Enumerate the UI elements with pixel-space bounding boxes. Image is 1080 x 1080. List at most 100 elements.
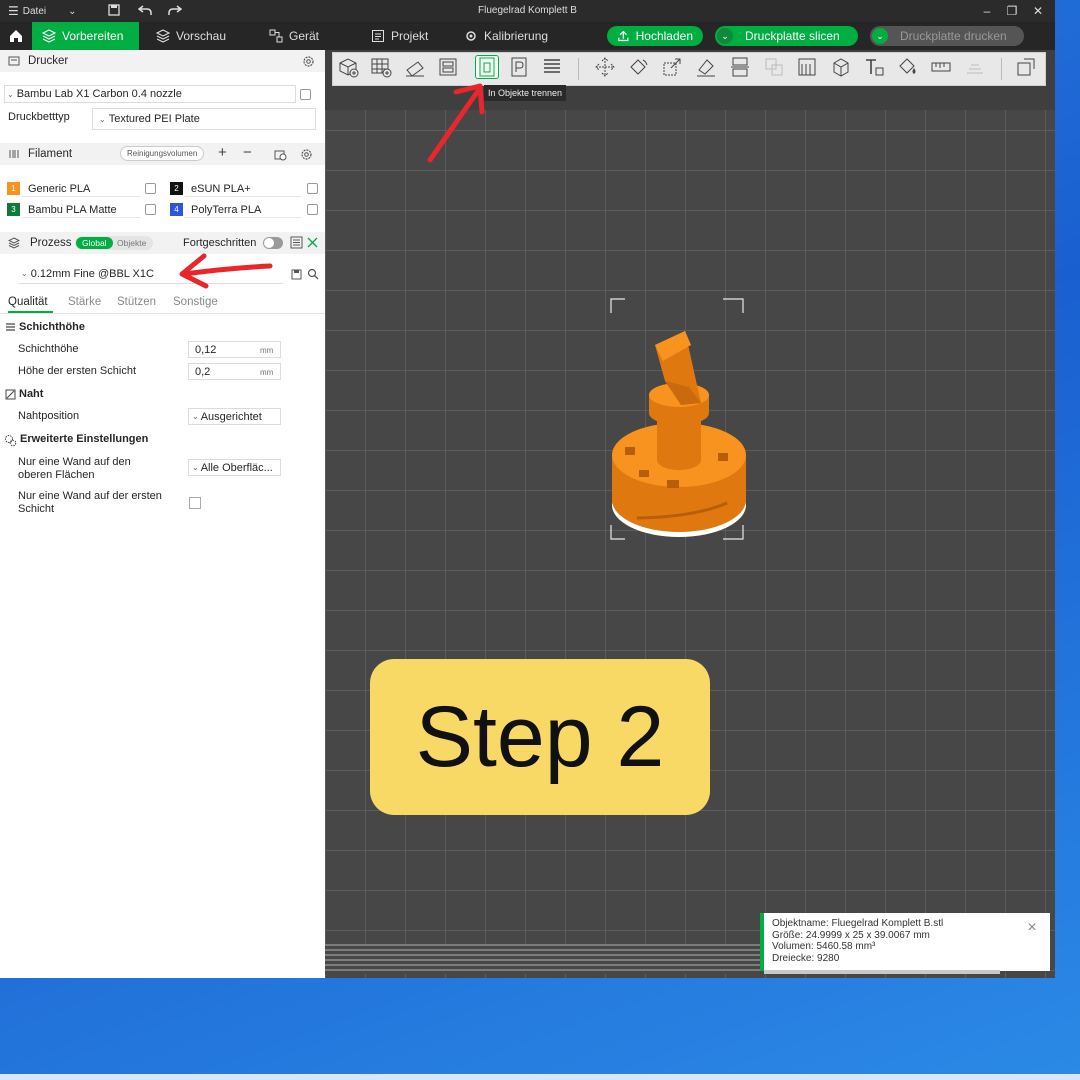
annotation-arrow-preset	[179, 253, 273, 289]
arrange-icon[interactable]	[436, 55, 460, 79]
tab-label: Gerät	[289, 29, 320, 43]
tab-qualitaet[interactable]: Qualität	[8, 296, 48, 308]
lay-on-face-icon[interactable]	[694, 55, 718, 79]
filament-name: eSUN PLA+	[191, 182, 251, 195]
edit-icon[interactable]	[300, 89, 311, 100]
printer-select[interactable]: ⌄ Bambu Lab X1 Carbon 0.4 nozzle	[4, 85, 296, 103]
sync-icon[interactable]	[274, 148, 287, 161]
home-button[interactable]	[0, 22, 32, 50]
tab-staerke[interactable]: Stärke	[68, 296, 101, 308]
maximize-button[interactable]: ❐	[1003, 2, 1021, 20]
filament-swatch-3[interactable]: 3	[7, 203, 20, 216]
filament-select-2[interactable]: eSUN PLA+	[185, 181, 301, 197]
search-icon[interactable]	[307, 268, 319, 280]
add-icon[interactable]: +	[218, 144, 227, 161]
bed-type-select[interactable]: ⌄ Textured PEI Plate	[92, 108, 316, 130]
upload-label: Hochladen	[635, 29, 693, 43]
support-paint-icon[interactable]	[795, 55, 819, 79]
variable-layer-height-icon[interactable]	[540, 55, 564, 79]
assembly-icon[interactable]	[963, 55, 987, 79]
info-scrollbar[interactable]	[764, 970, 1000, 974]
edit-icon[interactable]	[145, 204, 156, 215]
upload-icon	[618, 30, 629, 42]
model-object[interactable]	[605, 295, 755, 545]
chevron-down-icon: ⌄	[99, 114, 106, 124]
chevron-down-icon[interactable]: ⌄	[717, 28, 733, 44]
filament-select-4[interactable]: PolyTerra PLA	[185, 202, 301, 218]
one-wall-top-select[interactable]: ⌄ Alle Oberfläc...	[188, 459, 281, 476]
stack-icon	[156, 29, 170, 43]
cut-icon[interactable]	[728, 55, 752, 79]
tab-geraet[interactable]: Gerät	[259, 22, 329, 50]
viewport-3d[interactable]	[325, 50, 1055, 978]
tab-vorschau[interactable]: Vorschau	[146, 22, 236, 50]
tab-label: Kalibrierung	[484, 29, 549, 43]
process-icon	[8, 237, 20, 249]
compare-icon[interactable]	[306, 236, 319, 249]
auto-orient-icon[interactable]	[403, 55, 427, 79]
seam-position-value: Ausgerichtet	[200, 410, 262, 423]
global-option[interactable]: Global	[76, 237, 113, 249]
tab-label: Projekt	[391, 29, 429, 43]
measure-icon[interactable]	[929, 55, 953, 79]
tab-stuetzen[interactable]: Stützen	[117, 296, 156, 308]
preset-value: 0.12mm Fine @BBL X1C	[30, 267, 154, 280]
annotation-arrow-toolbar	[427, 83, 485, 163]
assembly-view-icon[interactable]	[1014, 55, 1038, 79]
minimize-button[interactable]: –	[978, 2, 996, 20]
tab-vorbereiten[interactable]: Vorbereiten	[32, 22, 139, 50]
object-volume-line: Volumen: 5460.58 mm³	[772, 941, 876, 952]
split-to-parts-icon[interactable]	[507, 55, 531, 79]
list-icon[interactable]	[290, 236, 303, 249]
divider	[0, 313, 325, 314]
split-to-objects-icon[interactable]	[475, 55, 499, 79]
object-info-panel: Objektname: Fluegelrad Komplett B.stl Gr…	[760, 913, 1050, 971]
tab-kalibrierung[interactable]: Kalibrierung	[454, 22, 558, 50]
advanced-settings-icon	[5, 435, 17, 447]
chevron-down-icon[interactable]: ⌄	[872, 28, 888, 44]
gear-icon[interactable]	[302, 55, 315, 68]
edit-icon[interactable]	[307, 204, 318, 215]
text-icon[interactable]	[862, 55, 886, 79]
remove-icon[interactable]: −	[243, 144, 252, 161]
print-plate-button[interactable]: ⌄ Druckplatte drucken	[870, 26, 1024, 46]
slice-plate-button[interactable]: ⌄ Druckplatte slicen	[715, 26, 858, 46]
add-object-icon[interactable]	[336, 55, 360, 79]
advanced-label: Fortgeschritten	[183, 237, 257, 249]
close-button[interactable]: ✕	[1029, 2, 1047, 20]
close-icon[interactable]: ×	[1024, 920, 1040, 937]
add-plate-icon[interactable]	[369, 55, 393, 79]
seam-paint-icon[interactable]	[829, 55, 853, 79]
edit-icon[interactable]	[145, 183, 156, 194]
rotate-icon[interactable]	[626, 55, 650, 79]
upload-button[interactable]: Hochladen	[607, 26, 703, 46]
advanced-toggle[interactable]	[263, 237, 283, 249]
mesh-boolean-icon[interactable]	[762, 55, 786, 79]
layer-height-label: Schichthöhe	[18, 343, 79, 355]
filament-swatch-2[interactable]: 2	[170, 182, 183, 195]
step-label-box: Step 2	[370, 659, 710, 815]
seam-position-select[interactable]: ⌄ Ausgerichtet	[188, 408, 281, 425]
gear-icon[interactable]	[300, 148, 313, 161]
layers-icon	[42, 29, 56, 43]
tab-sonstige[interactable]: Sonstige	[173, 296, 218, 308]
chevron-down-icon: ⌄	[192, 463, 199, 472]
window-title: Fluegelrad Komplett B	[478, 5, 577, 16]
objects-option[interactable]: Objekte	[117, 237, 146, 249]
printer-icon	[8, 56, 20, 66]
flush-volume-button[interactable]: Reinigungsvolumen	[120, 146, 205, 161]
one-wall-first-checkbox[interactable]	[189, 497, 201, 509]
color-paint-icon[interactable]	[896, 55, 920, 79]
filament-swatch-4[interactable]: 4	[170, 203, 183, 216]
scale-icon[interactable]	[660, 55, 684, 79]
build-plate-edge	[325, 944, 763, 974]
tab-projekt[interactable]: Projekt	[361, 22, 438, 50]
filament-select-3[interactable]: Bambu PLA Matte	[22, 202, 140, 218]
move-icon[interactable]	[593, 55, 617, 79]
filament-name: PolyTerra PLA	[191, 203, 262, 216]
filament-select-1[interactable]: Generic PLA	[22, 181, 140, 197]
save-preset-icon[interactable]	[291, 269, 302, 280]
filament-swatch-1[interactable]: 1	[7, 182, 20, 195]
unit-label: mm	[260, 346, 274, 355]
edit-icon[interactable]	[307, 183, 318, 194]
